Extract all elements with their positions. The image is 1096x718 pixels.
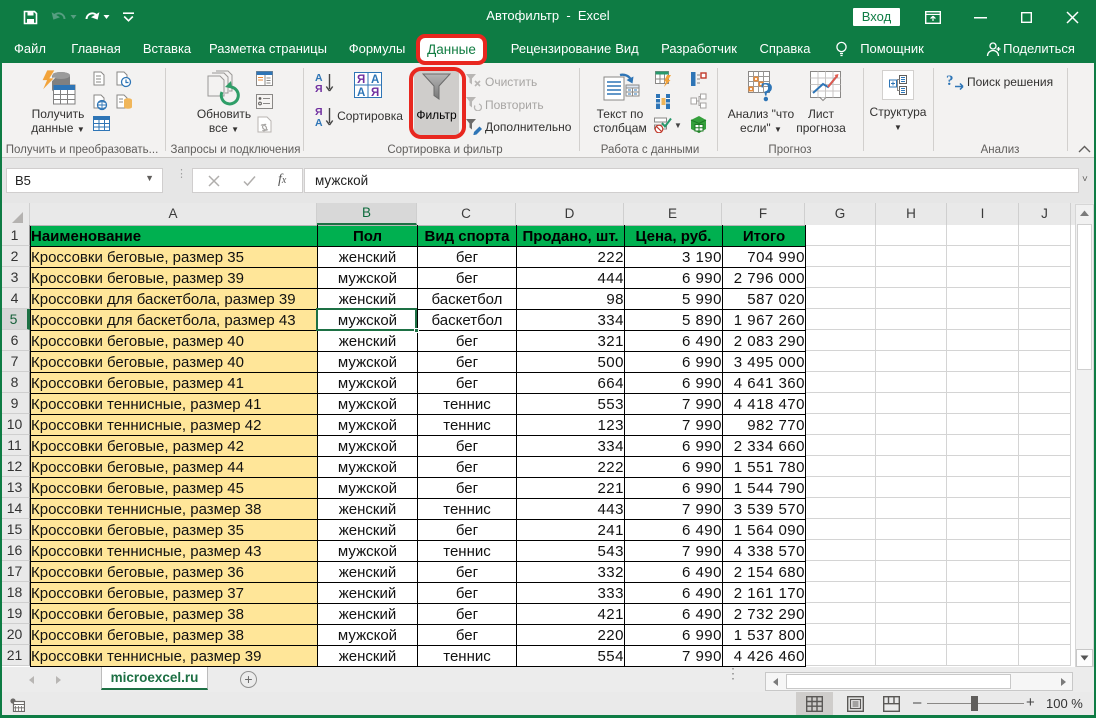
svg-text:А: А [371, 74, 379, 86]
svg-text:?: ? [760, 77, 774, 103]
svg-text:Я: Я [357, 74, 365, 86]
svg-text:Я: Я [315, 83, 323, 94]
svg-text:А: А [357, 87, 365, 98]
svg-text:А: А [315, 117, 323, 128]
svg-text:?: ? [946, 73, 954, 89]
svg-text:Я: Я [371, 87, 379, 98]
